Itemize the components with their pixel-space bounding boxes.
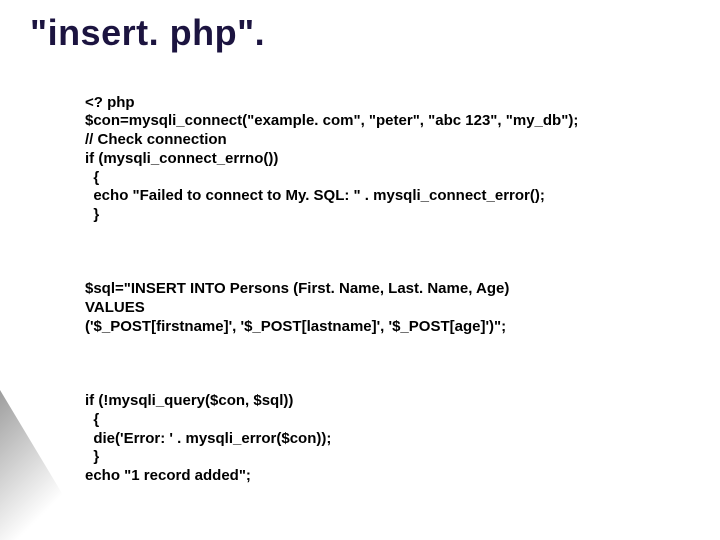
slide-title: "insert. php". bbox=[30, 12, 690, 54]
corner-accent bbox=[0, 390, 90, 540]
code-paragraph-2: $sql="INSERT INTO Persons (First. Name, … bbox=[85, 280, 690, 336]
code-paragraph-3: if (!mysqli_query($con, $sql)) { die('Er… bbox=[85, 392, 690, 486]
code-paragraph-1: <? php $con=mysqli_connect("example. com… bbox=[85, 94, 690, 225]
slide: "insert. php". <? php $con=mysqli_connec… bbox=[0, 0, 720, 540]
code-content: <? php $con=mysqli_connect("example. com… bbox=[85, 56, 690, 540]
